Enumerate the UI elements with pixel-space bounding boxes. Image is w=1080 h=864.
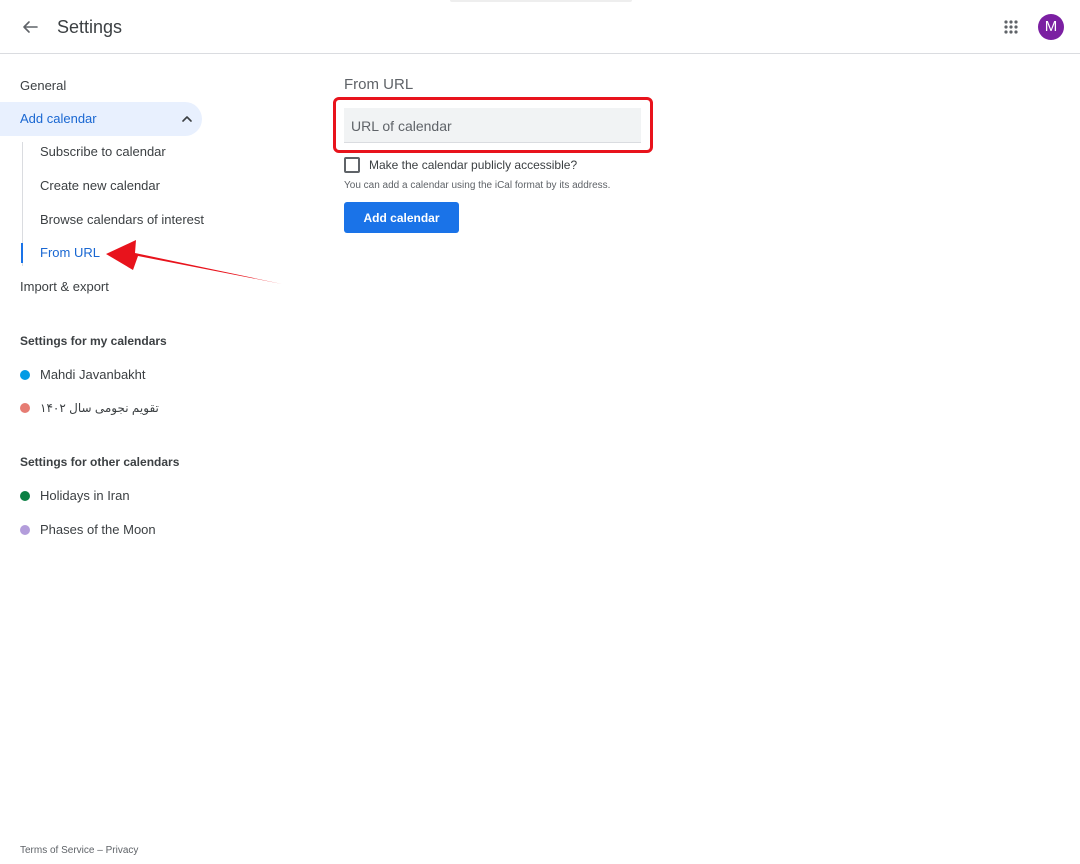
sidebar-item-add-calendar[interactable]: Add calendar [0, 102, 202, 136]
ical-help-text: You can add a calendar using the iCal fo… [344, 180, 611, 191]
page-title: Settings [57, 17, 123, 37]
public-access-checkbox[interactable] [344, 157, 360, 173]
subnav-active-indicator [21, 243, 23, 263]
sidebar-item-label: Add calendar [20, 111, 97, 126]
apps-grid-icon [1004, 20, 1018, 34]
account-avatar[interactable]: M [1038, 14, 1064, 40]
privacy-link[interactable]: Privacy [106, 845, 139, 856]
calendar-color-dot [20, 525, 30, 535]
calendar-url-input[interactable] [344, 108, 641, 143]
chevron-up-icon [182, 116, 192, 122]
calendar-color-dot [20, 491, 30, 501]
add-calendar-button[interactable]: Add calendar [344, 202, 459, 233]
settings-page: Settings M General Add calendar Subscrib… [0, 0, 1080, 864]
calendar-label: تقویم نجومی سال ۱۴۰۲ [40, 401, 159, 415]
section-title: From URL [344, 76, 414, 93]
checkbox-label: Make the calendar publicly accessible? [369, 158, 578, 172]
app-header: Settings M [0, 0, 1080, 54]
top-edge-shadow [450, 0, 632, 2]
calendar-color-dot [20, 370, 30, 380]
sidebar-item-from-url[interactable]: From URL [40, 245, 100, 261]
calendar-label: Holidays in Iran [40, 488, 130, 503]
sidebar-item-create-new[interactable]: Create new calendar [40, 178, 160, 194]
arrow-left-icon [23, 21, 38, 33]
terms-link[interactable]: Terms of Service [20, 845, 94, 856]
calendar-label: Phases of the Moon [40, 522, 156, 537]
url-field-container [344, 108, 641, 143]
footer-links: Terms of Service – Privacy [20, 845, 138, 857]
sidebar-item-subscribe[interactable]: Subscribe to calendar [40, 144, 166, 160]
settings-sidebar: General Add calendar Subscribe to calend… [0, 54, 300, 864]
calendar-label: Mahdi Javanbakht [40, 367, 146, 382]
calendar-color-dot [20, 403, 30, 413]
sidebar-item-general[interactable]: General [20, 78, 66, 94]
footer-separator: – [94, 845, 106, 856]
other-calendars-heading: Settings for other calendars [20, 455, 180, 469]
google-apps-button[interactable] [999, 15, 1023, 39]
sidebar-item-import-export[interactable]: Import & export [20, 279, 109, 295]
my-calendars-heading: Settings for my calendars [20, 334, 167, 348]
sidebar-item-browse[interactable]: Browse calendars of interest [40, 212, 204, 228]
back-button[interactable] [16, 13, 44, 41]
